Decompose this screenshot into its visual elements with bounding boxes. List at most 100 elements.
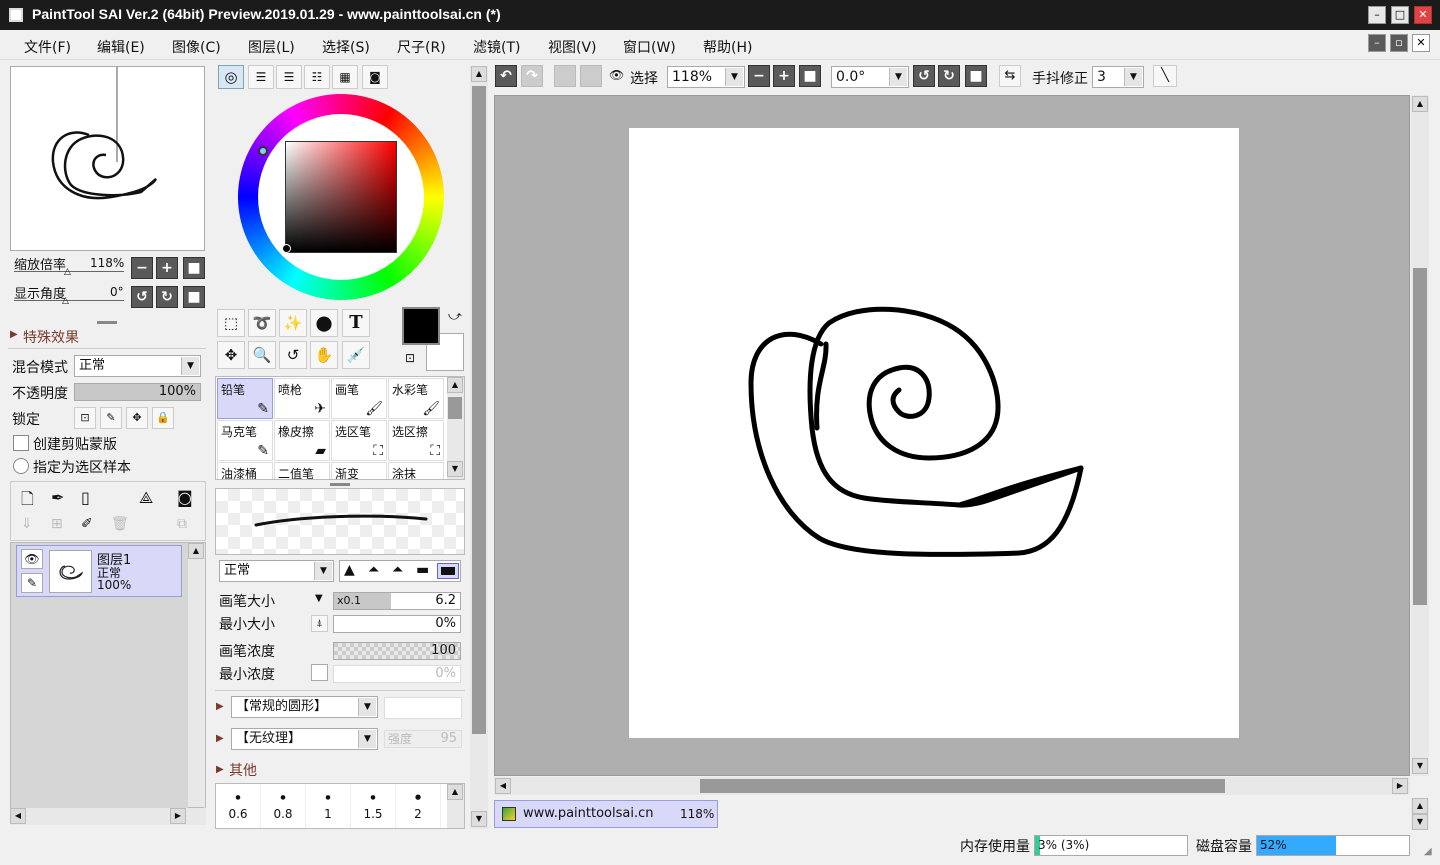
blend-mode-select[interactable]: 正常 ▼ (74, 355, 201, 377)
minimize-button[interactable]: – (1368, 6, 1386, 24)
clear-layer-icon[interactable]: ✐ (81, 516, 93, 532)
selection-visibility-icon[interactable]: 👁 (609, 68, 624, 82)
menu-edit[interactable]: 编辑(E) (97, 37, 145, 57)
scroll-up-icon[interactable]: ▲ (447, 784, 463, 800)
angle-select[interactable]: 0.0° ▼ (831, 66, 909, 88)
angle-slider-handle[interactable]: △ (62, 296, 69, 306)
mixer-tab-icon[interactable]: ☷ (304, 65, 330, 89)
scroll-down-icon[interactable]: ▼ (471, 811, 487, 827)
brush-shape-select[interactable]: 【常规的圆形】 ▼ (231, 696, 378, 718)
menu-filter[interactable]: 滤镜(T) (473, 37, 520, 57)
lock-move-icon[interactable]: ✥ (126, 407, 148, 429)
zoom-select[interactable]: 118% ▼ (667, 66, 745, 88)
tip-square-icon[interactable]: ▬ (416, 562, 429, 578)
canvas-vscrollbar[interactable]: ▲ ▼ (1411, 95, 1429, 776)
new-layer-icon[interactable]: 🗋 (21, 488, 34, 515)
brush-gradient[interactable]: 渐变 (331, 462, 387, 479)
brush-eraser[interactable]: 橡皮擦 ▰ (274, 420, 330, 461)
angle-slider[interactable] (14, 300, 124, 301)
shape-icon[interactable]: ⬤ (310, 309, 338, 337)
scroll-thumb[interactable] (472, 86, 486, 734)
canvas-rotate-left-button[interactable]: ↺ (913, 65, 935, 87)
opacity-slider[interactable]: 100% (74, 383, 201, 401)
other-label[interactable]: 其他 (229, 760, 257, 780)
size-preset[interactable]: ● 0.6 (216, 784, 261, 828)
new-vector-layer-icon[interactable]: ✒ (51, 488, 64, 507)
tip-round-icon[interactable]: ⏶ (368, 562, 379, 578)
hand-icon[interactable]: ✋ (310, 341, 338, 369)
foreground-color-swatch[interactable] (402, 307, 440, 345)
tip-full-icon[interactable] (437, 563, 459, 579)
lasso-icon[interactable]: ➰ (248, 309, 276, 337)
menu-window[interactable]: 窗口(W) (623, 37, 676, 57)
color-square[interactable] (285, 141, 397, 253)
scroll-up-icon[interactable]: ▲ (1412, 798, 1428, 814)
texture-strength-slider[interactable]: 强度 95 (384, 730, 462, 748)
rgb-slider-tab-icon[interactable]: ☰ (248, 65, 274, 89)
zoom-out-button[interactable]: − (131, 257, 153, 279)
straight-line-icon[interactable]: ╲ (1153, 65, 1177, 87)
rotate-reset-button[interactable]: ■ (183, 286, 205, 308)
min-size-slider[interactable]: 0% (333, 615, 461, 633)
scroll-thumb[interactable] (1413, 268, 1427, 605)
scroll-up-icon[interactable]: ▲ (188, 543, 204, 559)
zoom-reset-button[interactable]: ■ (183, 257, 205, 279)
canvas-rotate-reset-button[interactable]: ■ (965, 65, 987, 87)
scroll-up-icon[interactable]: ▲ (1412, 96, 1428, 112)
brush-select-eraser[interactable]: 选区擦 ⛶ (388, 420, 444, 461)
panel-splitter[interactable] (330, 483, 350, 486)
brush-smudge[interactable]: 涂抹 (388, 462, 444, 479)
effects-label[interactable]: 特殊效果 (23, 327, 79, 347)
brush-airbrush[interactable]: 喷枪 ✈ (274, 378, 330, 419)
scroll-thumb[interactable] (448, 397, 462, 419)
zoom-in-button[interactable]: + (156, 257, 178, 279)
layer-row[interactable]: 👁 ✎ 图层1 正常 100% (16, 545, 182, 597)
brush-select-pen[interactable]: 选区笔 ⛶ (331, 420, 387, 461)
brush-pencil[interactable]: 铅笔 ✎ (217, 378, 273, 419)
brush-brush[interactable]: 画笔 🖌 (331, 378, 387, 419)
canvas-zoom-in-button[interactable]: + (773, 65, 795, 87)
pressure-density-checkbox[interactable] (311, 664, 328, 681)
selection-sample-radio[interactable] (13, 458, 29, 474)
brush-texture-select[interactable]: 【无纹理】 ▼ (231, 728, 378, 750)
scroll-left-icon[interactable]: ◀ (495, 778, 511, 794)
menu-select[interactable]: 选择(S) (322, 37, 370, 57)
redo-button[interactable]: ↷ (521, 65, 543, 87)
scroll-right-icon[interactable]: ▶ (1392, 778, 1408, 794)
layer-list-scrollbar[interactable]: ▲ ▼ (188, 543, 205, 824)
canvas-hscrollbar[interactable]: ◀ ▶ (494, 777, 1410, 795)
clip-mask-checkbox[interactable] (13, 435, 29, 451)
canvas-page[interactable] (629, 128, 1239, 738)
swatches-tab-icon[interactable]: ▦ (332, 65, 358, 89)
canvas-viewport[interactable] (494, 95, 1410, 776)
menu-view[interactable]: 视图(V) (548, 37, 597, 57)
zoom-icon[interactable]: 🔍 (248, 341, 276, 369)
zoom-value[interactable]: 118% (90, 256, 124, 270)
canvas-rotate-right-button[interactable]: ↻ (938, 65, 960, 87)
texture-expand-icon[interactable]: ▶ (216, 733, 224, 744)
size-dropdown-icon[interactable]: ▼ (315, 593, 323, 604)
delete-layer-icon[interactable]: 🗑 (111, 516, 129, 532)
flip-horizontal-icon[interactable]: ⇆ (999, 65, 1021, 87)
tools-panel-scrollbar[interactable]: ▲ ▼ (470, 66, 488, 829)
scroll-down-icon[interactable]: ▼ (447, 461, 463, 477)
transfer-down-icon[interactable]: ⇓ (21, 516, 33, 532)
scroll-down-icon[interactable]: ▼ (1412, 758, 1428, 774)
tabs-scrollbar[interactable]: ▲ ▼ (1411, 798, 1429, 830)
brush-density-slider[interactable]: 100 (333, 642, 461, 660)
size-preset[interactable]: ● 0.8 (261, 784, 306, 828)
size-preset[interactable]: ● 2 (396, 784, 441, 828)
rotate-right-button[interactable]: ↻ (156, 286, 178, 308)
rotate-icon[interactable]: ↺ (279, 341, 307, 369)
saturation-handle[interactable] (282, 244, 291, 253)
tip-sharp-icon[interactable]: ▲ (344, 562, 355, 578)
zoom-slider-handle[interactable]: △ (64, 267, 71, 277)
brush-binary[interactable]: 二值笔 (274, 462, 330, 479)
rect-select-icon[interactable]: ⬚ (217, 309, 245, 337)
other-expand-icon[interactable]: ▶ (216, 764, 224, 775)
hsv-slider-tab-icon[interactable]: ☰ (276, 65, 302, 89)
brush-marker[interactable]: 马克笔 ✎ (217, 420, 273, 461)
scroll-up-icon[interactable]: ▲ (447, 377, 463, 393)
transparent-color-icon[interactable]: ⊡ (405, 351, 415, 365)
tip-flat-icon[interactable]: ⏶ (392, 562, 403, 578)
